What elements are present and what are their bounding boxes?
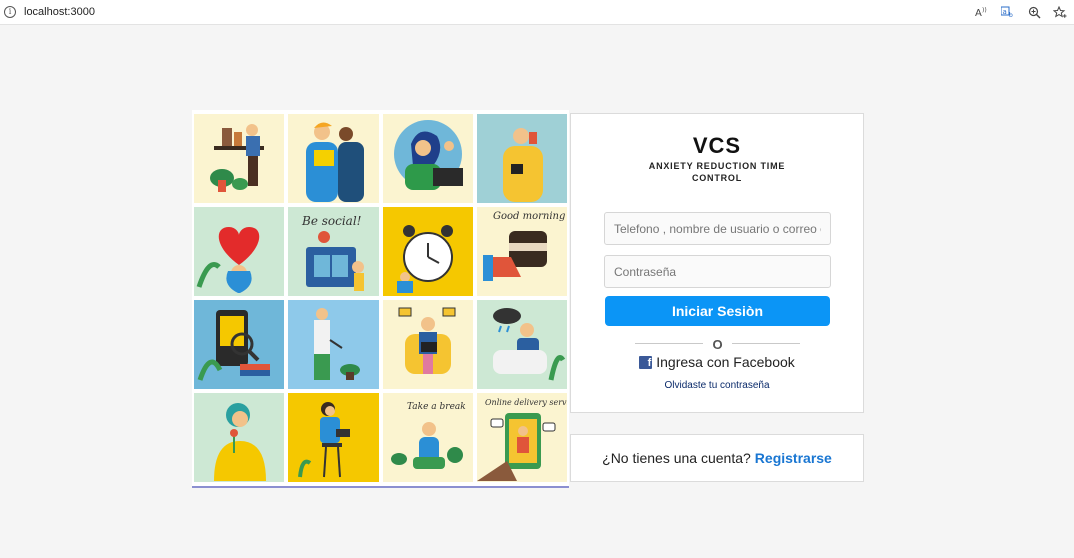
favorites-icon[interactable] [1052, 4, 1068, 20]
url-text[interactable]: localhost:3000 [24, 6, 95, 18]
login-card: VCS ANXIETY REDUCTION TIME CONTROL Inici… [570, 113, 864, 413]
or-divider: O [635, 337, 800, 352]
good-morning-text: Good morning [493, 211, 565, 222]
be-social-text: Be social! [301, 214, 362, 228]
svg-text:b: b [1009, 12, 1013, 18]
illustration-be-social: Be social! [288, 207, 379, 296]
illustration-reading-pair [288, 114, 379, 203]
app-logo: VCS [692, 133, 742, 158]
read-aloud-icon[interactable]: A)) [974, 4, 990, 20]
take-a-break-text: Take a break [407, 402, 466, 412]
divider-line-right [732, 343, 800, 344]
divider-text: O [712, 337, 723, 352]
illustration-tablet-search [194, 300, 285, 389]
illustration-watering-plant [288, 300, 379, 389]
site-info-icon[interactable]: i [4, 6, 16, 18]
illustration-phone-man [476, 114, 567, 203]
password-input[interactable] [604, 255, 831, 288]
illustration-alarm-clock [382, 207, 473, 296]
illustration-flower-woman [194, 393, 285, 482]
illustration-laptop-woman [382, 114, 473, 203]
app-tagline: ANXIETY REDUCTION TIME CONTROL [648, 161, 786, 183]
illustration-good-morning: Good morning [476, 207, 567, 296]
illustration-online-delivery: Online delivery service [476, 393, 567, 482]
svg-text:)): )) [982, 7, 987, 14]
forgot-password-link[interactable]: Olvidaste tu contraseña [571, 380, 863, 391]
illustration-heart-hug [194, 207, 285, 296]
browser-address-bar: i localhost:3000 A)) ab [0, 0, 1074, 25]
facebook-login-label[interactable]: Ingresa con Facebook [656, 354, 795, 370]
svg-text:a: a [1003, 8, 1007, 16]
login-button[interactable]: Iniciar Sesiòn [605, 296, 830, 326]
illustration-collage: Be social! Good morning Take a break Onl… [192, 110, 569, 488]
translate-icon[interactable]: ab [1000, 4, 1016, 20]
illustration-armchair-laptop [382, 300, 473, 389]
zoom-icon[interactable] [1026, 4, 1042, 20]
illustration-stool-laptop [288, 393, 379, 482]
signup-link[interactable]: Registrarse [755, 450, 832, 466]
facebook-icon: f [639, 355, 653, 369]
illustration-take-a-break: Take a break [382, 393, 473, 482]
username-input[interactable] [604, 212, 831, 245]
illustration-bookshelf [194, 114, 285, 203]
illustration-rain-cloud [476, 300, 567, 389]
online-delivery-text: Online delivery service [485, 398, 567, 407]
svg-text:A: A [975, 8, 982, 18]
signup-card: ¿No tienes una cuenta? Registrarse [570, 434, 864, 482]
facebook-login-link[interactable]: f Ingresa con Facebook [571, 354, 863, 370]
signup-prompt: ¿No tienes una cuenta? [602, 450, 751, 466]
